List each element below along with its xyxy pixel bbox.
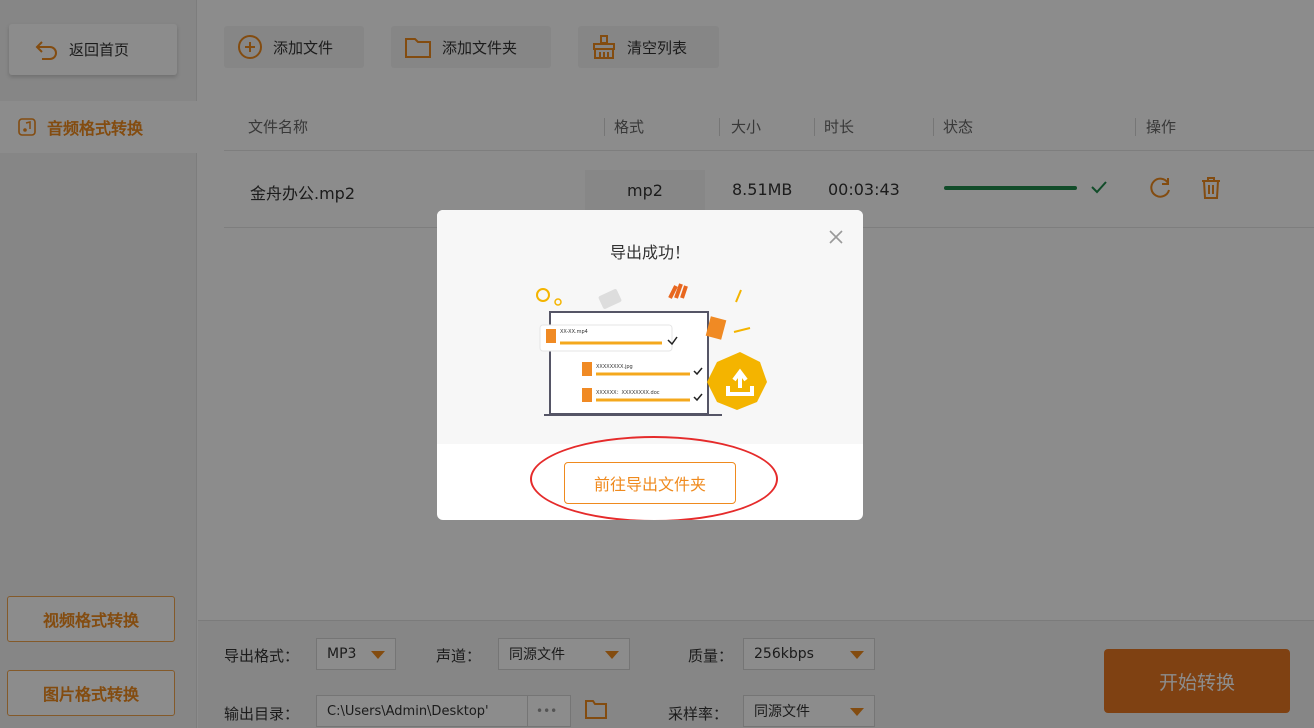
illustration-file-2: XXXXXXXX.jpg [596, 364, 633, 370]
open-export-folder-button[interactable]: 前往导出文件夹 [564, 462, 736, 504]
illustration-file-1: XX-XX.mp4 [560, 329, 588, 335]
close-icon[interactable] [827, 228, 845, 246]
export-illustration: XX-XX.mp4 XXXXXXXX.jpg XXXXXX：XXXXXXXX.d… [536, 283, 767, 416]
dialog-title: 导出成功！ [609, 243, 690, 262]
export-success-dialog: 导出成功！ XX-XX.mp4 XXXXXXXX.jpg XXXXXX：XXXX… [437, 210, 863, 520]
illustration-file-3: XXXXXX：XXXXXXXX.doc [596, 390, 660, 396]
